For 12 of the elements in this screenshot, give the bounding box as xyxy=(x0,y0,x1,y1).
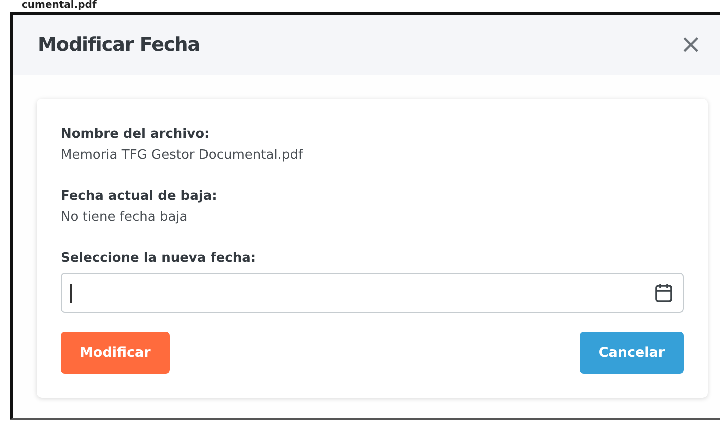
cancel-button[interactable]: Cancelar xyxy=(580,332,684,374)
calendar-icon[interactable] xyxy=(655,283,673,303)
close-button[interactable]: × xyxy=(676,32,706,58)
field-label: Fecha actual de baja: xyxy=(61,188,218,206)
date-input-field[interactable] xyxy=(61,273,684,313)
modify-button[interactable]: Modificar xyxy=(61,332,170,374)
field-label: Nombre del archivo: xyxy=(61,126,211,144)
background-text: cumental.pdf xyxy=(22,0,97,12)
field-label: Seleccione la nueva fecha: xyxy=(61,250,258,268)
dialog-title: Modificar Fecha xyxy=(38,34,200,56)
field-value: No tiene fecha baja xyxy=(61,209,189,227)
field-value: Memoria TFG Gestor Documental.pdf xyxy=(61,147,304,165)
